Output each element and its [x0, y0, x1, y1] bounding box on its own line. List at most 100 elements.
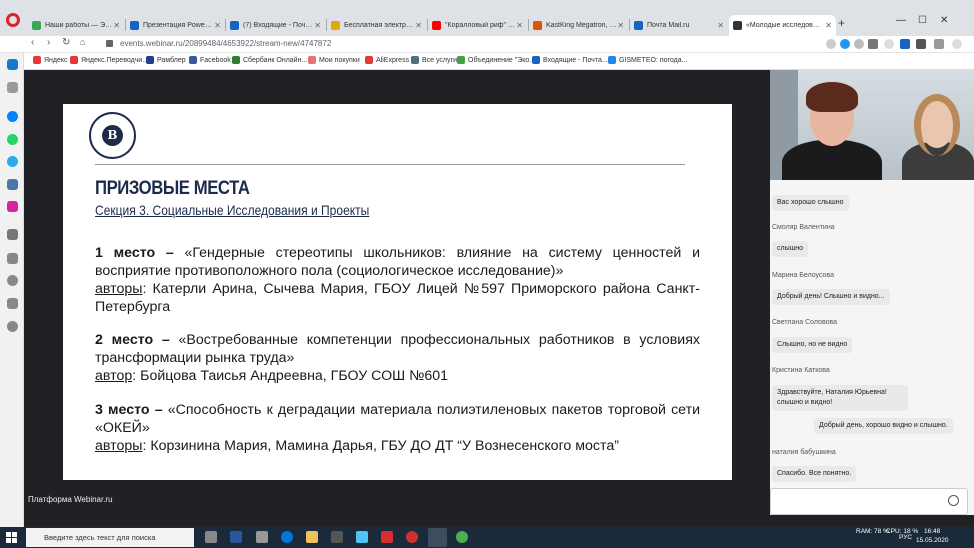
sidebar-speed-dial-icon[interactable]: [7, 82, 18, 93]
authors-text: : Бойцова Таисья Андреевна, ГБОУ СОШ №60…: [132, 368, 448, 384]
url-field[interactable]: events.webinar.ru/20899484/4653922/strea…: [120, 39, 331, 48]
speaker-video[interactable]: [770, 70, 974, 180]
tab-favicon-icon: [634, 21, 643, 30]
maximize-icon[interactable]: ☐: [918, 15, 927, 26]
bookmark-label: Facebook: [200, 56, 231, 64]
chat-input[interactable]: [770, 488, 968, 515]
bookmark-item[interactable]: AliExpress: [365, 56, 409, 64]
sidebar-home-icon[interactable]: [7, 59, 18, 70]
tab-6[interactable]: KastKing Megatron, 21 кг... ✕: [529, 15, 628, 36]
close-tab-icon[interactable]: ✕: [617, 21, 624, 30]
emoji-icon[interactable]: [948, 495, 959, 506]
opera-logo-icon[interactable]: [6, 13, 20, 27]
home-icon[interactable]: ⌂: [80, 37, 85, 47]
windows-taskbar: Введите здесь текст для поиска RAM: 78 %…: [0, 527, 974, 548]
bookmark-favicon-icon: [308, 56, 316, 64]
authors-label: авторы: [95, 438, 143, 454]
heart-icon[interactable]: [7, 275, 18, 286]
bookmark-item[interactable]: Яндекс: [33, 56, 68, 64]
screen: Наши работы — Эколо... ✕ Презентация Pow…: [0, 0, 974, 548]
tab-7[interactable]: Почта Mail.ru ✕: [630, 15, 728, 36]
bookmark-item[interactable]: Входящие - Почта...: [532, 56, 608, 64]
download-icon[interactable]: [916, 39, 926, 49]
bookmark-item[interactable]: Яндекс.Переводчи...: [70, 56, 148, 64]
instagram-icon[interactable]: [7, 201, 18, 212]
bookmark-label: Объединение "Эко...: [468, 56, 536, 64]
chrome-icon[interactable]: [456, 531, 468, 543]
store-icon[interactable]: [331, 531, 343, 543]
close-window-icon[interactable]: ✕: [940, 15, 948, 26]
profile-icon[interactable]: [952, 39, 962, 49]
bookmark-item[interactable]: Все услуги: [411, 56, 457, 64]
chat-author: наталия бабушкина: [772, 449, 836, 456]
acrobat-icon[interactable]: [381, 531, 393, 543]
bookmark-label: Все услуги: [422, 56, 457, 64]
prize-third: 3 место – «Способность к деградации мате…: [95, 401, 700, 455]
tab-5[interactable]: "Коралловый риф" зверо... ✕: [428, 15, 527, 36]
vpn-icon[interactable]: [840, 39, 850, 49]
speaker-figure: [782, 140, 882, 180]
task-view-icon[interactable]: [205, 531, 217, 543]
tab-4[interactable]: Бесплатная электронная... ✕: [327, 15, 426, 36]
send-icon[interactable]: [7, 229, 18, 240]
minimize-icon[interactable]: —: [896, 15, 906, 26]
history-icon[interactable]: [7, 321, 18, 332]
easy-setup-icon[interactable]: [934, 39, 944, 49]
close-tab-icon[interactable]: ✕: [214, 21, 221, 30]
edge-icon[interactable]: [281, 531, 293, 543]
close-tab-icon[interactable]: ✕: [825, 21, 832, 30]
close-tab-icon[interactable]: ✕: [717, 21, 724, 30]
lock-icon: [106, 40, 113, 47]
apps-icon[interactable]: [7, 253, 18, 264]
new-tab-icon[interactable]: +: [838, 16, 845, 30]
news-icon[interactable]: [7, 298, 18, 309]
yandex-browser-icon[interactable]: [406, 531, 418, 543]
reload-icon[interactable]: ↻: [62, 37, 70, 48]
bookmark-favicon-icon: [411, 56, 419, 64]
clock-time: 16:48: [924, 528, 941, 535]
participant-hair: [914, 94, 960, 156]
tab-3[interactable]: (7) Входящие - Почта Ma... ✕: [226, 15, 325, 36]
mail-icon[interactable]: [356, 531, 368, 543]
forward-icon[interactable]: ›: [47, 37, 50, 48]
close-tab-icon[interactable]: ✕: [516, 21, 523, 30]
close-tab-icon[interactable]: ✕: [415, 21, 422, 30]
bookmark-item[interactable]: Объединение "Эко...: [457, 56, 535, 64]
tab-title: Почта Mail.ru: [647, 22, 690, 29]
taskbar-search[interactable]: Введите здесь текст для поиска: [26, 528, 194, 547]
word-icon[interactable]: [230, 531, 242, 543]
extension-icon[interactable]: [900, 39, 910, 49]
telegram-icon[interactable]: [7, 156, 18, 167]
bookmark-favicon-icon: [33, 56, 41, 64]
tab-favicon-icon: [533, 21, 542, 30]
messenger-icon[interactable]: [7, 111, 18, 122]
opera-taskbar-icon[interactable]: [428, 528, 447, 547]
whatsapp-icon[interactable]: [7, 134, 18, 145]
adblock-icon[interactable]: [854, 39, 864, 49]
language-indicator[interactable]: РУС: [899, 534, 912, 541]
tab-2[interactable]: Презентация PowerPoint ✕: [126, 15, 225, 36]
tab-1[interactable]: Наши работы — Эколо... ✕: [28, 15, 124, 36]
extension-icon[interactable]: [884, 39, 894, 49]
tab-title: Наши работы — Эколо...: [45, 22, 114, 29]
slide-title: ПРИЗОВЫЕ МЕСТА: [95, 178, 250, 199]
bookmark-item[interactable]: GISMETEO: погода...: [608, 56, 687, 64]
file-explorer-icon[interactable]: [306, 531, 318, 543]
camera-icon[interactable]: [826, 39, 836, 49]
bookmark-item[interactable]: Мои покупки: [308, 56, 360, 64]
bookmark-icon[interactable]: [868, 39, 878, 49]
close-tab-icon[interactable]: ✕: [113, 21, 120, 30]
vk-icon[interactable]: [7, 179, 18, 190]
tab-active[interactable]: «Молодые исследовате... ✕: [729, 15, 836, 36]
bookmark-item[interactable]: Сбербанк Онлайн...: [232, 56, 307, 64]
back-icon[interactable]: ‹: [31, 37, 34, 48]
windows-start-icon[interactable]: [6, 532, 17, 543]
chat-message: Вас хорошо слышно: [772, 195, 849, 211]
presentation-slide: В ПРИЗОВЫЕ МЕСТА Секция 3. Социальные Ис…: [63, 104, 732, 480]
place-label: 2 место –: [95, 332, 179, 348]
bookmark-item[interactable]: Рамблер: [146, 56, 186, 64]
bookmark-item[interactable]: Facebook: [189, 56, 231, 64]
close-tab-icon[interactable]: ✕: [314, 21, 321, 30]
place-label: 1 место –: [95, 245, 185, 261]
app-icon[interactable]: [256, 531, 268, 543]
